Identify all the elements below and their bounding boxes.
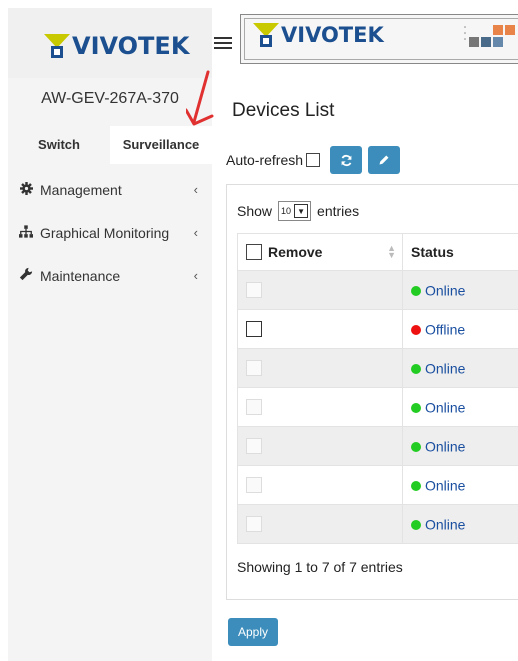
status-text[interactable]: Online xyxy=(425,478,465,494)
status-cell: Online xyxy=(402,426,518,466)
table-row: Online xyxy=(237,348,518,388)
select-all-checkbox[interactable] xyxy=(246,244,262,260)
status-cell: Online xyxy=(402,387,518,427)
refresh-button[interactable] xyxy=(330,146,363,174)
vivotek-logo-text: VIVOTEK xyxy=(72,32,190,60)
entries-label: entries xyxy=(317,203,360,219)
remove-checkbox[interactable] xyxy=(246,282,262,298)
remove-checkbox[interactable] xyxy=(246,321,262,337)
sidebar-item-maintenance[interactable]: Maintenance ‹ xyxy=(8,254,212,297)
status-dot-icon xyxy=(411,519,421,530)
vivotek-logo-mark xyxy=(44,34,70,58)
refresh-icon xyxy=(341,154,351,166)
column-header-label: Status xyxy=(411,244,454,260)
remove-checkbox[interactable] xyxy=(246,477,262,493)
remove-cell xyxy=(237,465,403,505)
column-header-status[interactable]: Status ▲▼ xyxy=(402,233,518,271)
table-row: Online xyxy=(237,270,518,310)
page-size-select[interactable]: 10 ▼ xyxy=(278,201,312,221)
chevron-left-icon: ‹ xyxy=(193,225,198,240)
sort-icon: ▲ ▼ xyxy=(387,243,396,260)
vivotek-logo-mark xyxy=(253,23,279,47)
pencil-icon xyxy=(379,155,389,165)
sidebar-menu: Management ‹ Graphical Monitoring ‹ Main… xyxy=(8,168,212,297)
remove-checkbox[interactable] xyxy=(246,399,262,415)
remove-cell xyxy=(237,504,403,544)
column-header-label: Remove xyxy=(268,244,323,260)
sidebar-item-label: Graphical Monitoring xyxy=(40,224,170,241)
remove-checkbox[interactable] xyxy=(246,438,262,454)
status-cell: Online xyxy=(402,465,518,505)
tab-switch[interactable]: Switch xyxy=(8,126,110,164)
chevron-left-icon: ‹ xyxy=(193,182,198,197)
show-label: Show xyxy=(237,203,273,219)
remove-checkbox[interactable] xyxy=(246,360,262,376)
status-dot-icon xyxy=(411,402,421,413)
remove-cell xyxy=(237,426,403,466)
switch-ports-graphic xyxy=(464,25,515,47)
table-row: Online xyxy=(237,504,518,544)
sidebar-logo-area: VIVOTEK xyxy=(8,8,212,78)
status-text[interactable]: Online xyxy=(425,283,465,299)
vivotek-logo-text: VIVOTEK xyxy=(281,23,384,47)
table-row: Online xyxy=(237,426,518,466)
status-text[interactable]: Online xyxy=(425,400,465,416)
sidebar-item-label: Maintenance xyxy=(40,267,121,284)
status-text[interactable]: Online xyxy=(425,517,465,533)
auto-refresh-checkbox[interactable] xyxy=(306,153,321,167)
sidebar: VIVOTEK AW-GEV-267A-370 Switch Surveilla… xyxy=(8,8,212,661)
apply-button[interactable]: Apply xyxy=(228,618,278,646)
annotation-arrow-icon xyxy=(186,70,214,126)
remove-checkbox[interactable] xyxy=(246,516,262,532)
edit-button[interactable] xyxy=(368,146,401,174)
table-header-row: Remove ▲▼ Status ▲▼ xyxy=(237,233,518,271)
devices-table: Remove ▲▼ Status ▲▼ Online Offline Online O… xyxy=(237,233,518,544)
table-info: Showing 1 to 7 of 7 entries xyxy=(237,559,403,575)
status-dot-icon xyxy=(411,363,421,374)
sidebar-item-label: Management xyxy=(40,181,122,198)
remove-cell xyxy=(237,348,403,388)
status-cell: Online xyxy=(402,504,518,544)
gear-icon xyxy=(18,181,34,198)
page-size-row: Show 10 ▼ entries xyxy=(237,201,359,221)
status-cell: Online xyxy=(402,270,518,310)
table-row: Online xyxy=(237,465,518,505)
status-dot-icon xyxy=(411,480,421,491)
table-row: Online xyxy=(237,387,518,427)
status-text[interactable]: Offline xyxy=(425,322,465,338)
devices-panel: Show 10 ▼ entries Remove ▲▼ Status ▲▼ xyxy=(226,184,518,600)
remove-cell xyxy=(237,270,403,310)
chevron-left-icon: ‹ xyxy=(193,268,198,283)
vivotek-logo-header: VIVOTEK xyxy=(253,23,384,47)
page-title: Devices List xyxy=(232,100,335,121)
toolbar: Auto-refresh xyxy=(226,146,401,174)
status-text[interactable]: Online xyxy=(425,361,465,377)
hamburger-menu-icon[interactable] xyxy=(214,34,232,52)
device-name: AW-GEV-267A-370 xyxy=(41,90,179,107)
status-dot-icon xyxy=(411,285,421,296)
remove-cell xyxy=(237,309,403,349)
sidebar-tabs: Switch Surveillance xyxy=(8,126,212,164)
wrench-icon xyxy=(18,267,34,284)
table-row: Offline xyxy=(237,309,518,349)
header-banner: VIVOTEK xyxy=(240,14,518,64)
status-dot-icon xyxy=(411,324,421,335)
vivotek-logo[interactable]: VIVOTEK xyxy=(44,32,189,60)
sidebar-item-management[interactable]: Management ‹ xyxy=(8,168,212,211)
status-text[interactable]: Online xyxy=(425,439,465,455)
status-cell: Online xyxy=(402,348,518,388)
auto-refresh-label: Auto-refresh xyxy=(226,152,304,168)
page-size-value: 10 xyxy=(281,206,292,216)
sitemap-icon xyxy=(18,224,34,241)
status-cell: Offline xyxy=(402,309,518,349)
column-header-remove[interactable]: Remove ▲ ▼ xyxy=(237,233,403,271)
chevron-down-icon: ▼ xyxy=(294,204,309,218)
remove-cell xyxy=(237,387,403,427)
sidebar-item-graphical-monitoring[interactable]: Graphical Monitoring ‹ xyxy=(8,211,212,254)
status-dot-icon xyxy=(411,441,421,452)
